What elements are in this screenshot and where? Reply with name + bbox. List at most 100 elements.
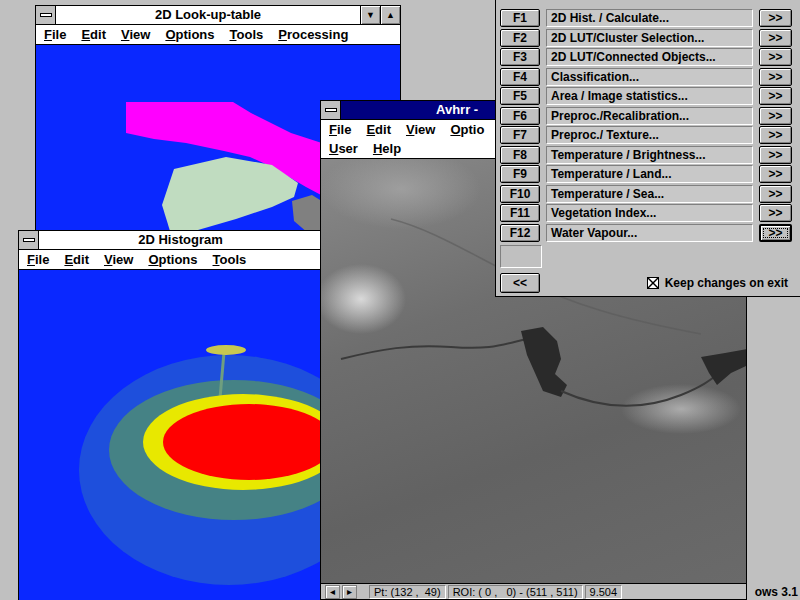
menu-item[interactable]: User <box>329 139 358 158</box>
open-button[interactable]: >> <box>759 224 792 242</box>
function-row: F7 Preproc./ Texture... >> <box>500 126 792 144</box>
scroll-left-button[interactable]: ◂ <box>325 585 340 599</box>
function-label: 2D Hist. / Calculate... <box>546 9 753 27</box>
function-key-button[interactable]: F1 <box>500 9 540 27</box>
keep-changes-label: Keep changes on exit <box>665 276 788 290</box>
menu-item[interactable]: Edit <box>366 120 391 139</box>
open-button[interactable]: >> <box>759 48 792 66</box>
menu-item[interactable]: View <box>104 250 133 269</box>
function-label: Preproc./Recalibration... <box>546 107 753 125</box>
function-label: Area / Image statistics... <box>546 87 753 105</box>
system-menu-bar-icon <box>23 238 35 242</box>
menu-item[interactable]: File <box>329 120 351 139</box>
function-row: F11 Vegetation Index... >> <box>500 204 792 222</box>
panel-footer: << Keep changes on exit <box>500 273 792 293</box>
menu-item[interactable]: Processing <box>278 25 348 44</box>
function-list: F1 2D Hist. / Calculate... >> F2 2D LUT/Clus… <box>500 9 792 243</box>
menu-item[interactable]: Help <box>373 139 401 158</box>
function-label: 2D LUT/Cluster Selection... <box>546 29 753 47</box>
function-row: F6 Preproc./Recalibration... >> <box>500 107 792 125</box>
system-menu-bar-icon <box>40 13 52 17</box>
function-label: Water Vapour... <box>546 224 753 242</box>
title-bar[interactable]: 2D Histogram <box>19 231 322 250</box>
function-row: F4 Classification... >> <box>500 68 792 86</box>
window-title: 2D Histogram <box>39 231 322 249</box>
open-button[interactable]: >> <box>759 107 792 125</box>
open-button[interactable]: >> <box>759 126 792 144</box>
menu-item[interactable]: Options <box>148 250 197 269</box>
window-title: 2D Look-up-table <box>56 6 360 24</box>
minimize-button[interactable]: ▼ <box>360 6 380 24</box>
function-label: 2D LUT/Connected Objects... <box>546 48 753 66</box>
function-label: Temperature / Sea... <box>546 185 753 203</box>
open-button[interactable]: >> <box>759 87 792 105</box>
function-label: Temperature / Land... <box>546 165 753 183</box>
function-row: F5 Area / Image statistics... >> <box>500 87 792 105</box>
histogram-window[interactable]: 2D Histogram File Edit View Options Tools <box>18 230 323 600</box>
function-key-button[interactable]: F11 <box>500 204 540 222</box>
function-row: F8 Temperature / Brightness... >> <box>500 146 792 164</box>
function-row: F9 Temperature / Land... >> <box>500 165 792 183</box>
function-row: F1 2D Hist. / Calculate... >> <box>500 9 792 27</box>
menu-row: File Edit View Options Tools Processing <box>44 25 392 44</box>
function-label: Vegetation Index... <box>546 204 753 222</box>
function-label: Temperature / Brightness... <box>546 146 753 164</box>
system-menu-icon[interactable] <box>321 101 341 119</box>
function-key-button[interactable]: F9 <box>500 165 540 183</box>
function-key-button[interactable]: F12 <box>500 224 540 242</box>
menu-item[interactable]: File <box>27 250 49 269</box>
function-key-button[interactable]: F3 <box>500 48 540 66</box>
keep-changes-option[interactable]: Keep changes on exit <box>647 276 788 290</box>
roi-readout: ROI: ( 0 , 0) - (511 , 511) <box>448 585 583 599</box>
function-key-button[interactable]: F8 <box>500 146 540 164</box>
check-mark-icon <box>648 278 658 288</box>
status-bar: ◂▸ Pt: (132 , 49)ROI: ( 0 , 0) - (511 , 5… <box>321 583 746 599</box>
menu-item[interactable]: View <box>121 25 150 44</box>
open-button[interactable]: >> <box>759 29 792 47</box>
menu-item[interactable]: Options <box>165 25 214 44</box>
function-key-button[interactable]: F10 <box>500 185 540 203</box>
open-button[interactable]: >> <box>759 204 792 222</box>
menu-item[interactable]: Edit <box>81 25 106 44</box>
menu-item[interactable]: Tools <box>213 250 247 269</box>
open-button[interactable]: >> <box>759 68 792 86</box>
system-menu-icon[interactable] <box>19 231 39 249</box>
point-readout: Pt: (132 , 49) <box>369 585 446 599</box>
function-row: F3 2D LUT/Connected Objects... >> <box>500 48 792 66</box>
function-key-button[interactable]: F5 <box>500 87 540 105</box>
function-key-button[interactable]: F2 <box>500 29 540 47</box>
function-row: F10 Temperature / Sea... >> <box>500 185 792 203</box>
open-button[interactable]: >> <box>759 165 792 183</box>
function-label: Classification... <box>546 68 753 86</box>
menu-item[interactable]: Tools <box>230 25 264 44</box>
function-row: F12 Water Vapour... >> <box>500 224 792 242</box>
scroll-right-button[interactable]: ▸ <box>342 585 357 599</box>
function-panel[interactable]: F1 2D Hist. / Calculate... >> F2 2D LUT/Clus… <box>495 0 800 297</box>
menu-row: File Edit View Options Tools <box>27 250 314 269</box>
open-button[interactable]: >> <box>759 146 792 164</box>
function-key-button[interactable]: F6 <box>500 107 540 125</box>
empty-slot <box>500 245 542 268</box>
back-button[interactable]: << <box>500 273 540 293</box>
function-row: F2 2D LUT/Cluster Selection... >> <box>500 29 792 47</box>
open-button[interactable]: >> <box>759 185 792 203</box>
system-menu-bar-icon <box>325 108 337 112</box>
system-menu-icon[interactable] <box>36 6 56 24</box>
open-button[interactable]: >> <box>759 9 792 27</box>
function-key-button[interactable]: F7 <box>500 126 540 144</box>
menu-item[interactable]: View <box>406 120 435 139</box>
menu-item[interactable]: Optio <box>450 120 484 139</box>
title-bar[interactable]: 2D Look-up-table▼▲ <box>36 6 400 25</box>
function-label: Preproc./ Texture... <box>546 126 753 144</box>
value-readout: 9.504 <box>585 585 623 599</box>
menu-item[interactable]: File <box>44 25 66 44</box>
histogram-plot <box>19 270 322 600</box>
desktop-caption: ows 3.1 <box>755 585 798 599</box>
function-key-button[interactable]: F4 <box>500 68 540 86</box>
maximize-button[interactable]: ▲ <box>380 6 400 24</box>
menu-item[interactable]: Edit <box>64 250 89 269</box>
keep-changes-checkbox[interactable] <box>647 277 659 289</box>
menu-bar: File Edit View Options Tools Processing <box>36 25 400 45</box>
histogram-canvas[interactable] <box>19 270 322 600</box>
desktop: ows 3.1 2D Look-up-table▼▲ File Edit View O… <box>0 0 800 600</box>
